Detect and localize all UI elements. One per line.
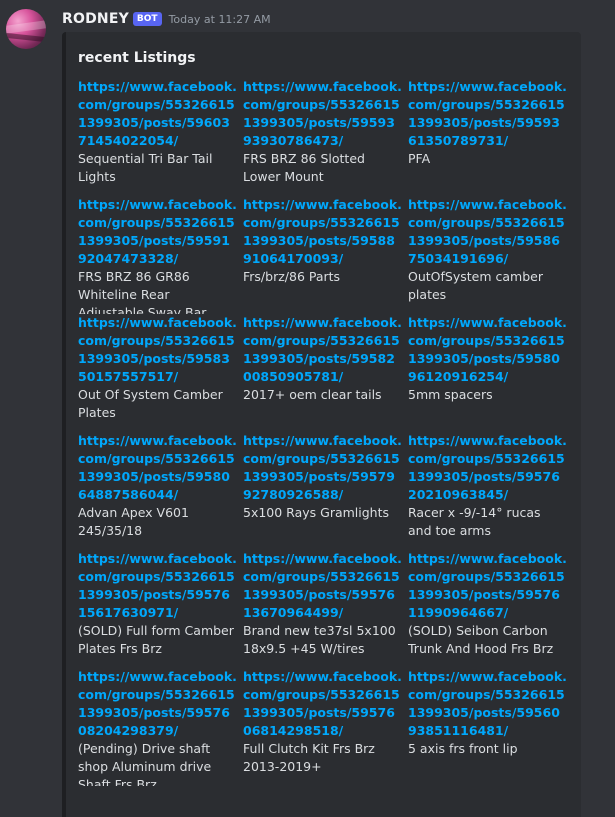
embed-field: https://www.facebook.com/groups/55326615…	[78, 550, 243, 668]
listing-title: Full Clutch Kit Frs Brz 2013-2019+	[243, 741, 375, 774]
listing-title: FRS BRZ 86 GR86 Whiteline Rear Adjustabl…	[78, 269, 207, 314]
listing-link[interactable]: https://www.facebook.com/groups/55326615…	[78, 78, 237, 150]
listing-title: (SOLD) Seibon Carbon Trunk And Hood Frs …	[408, 623, 554, 656]
embed-field: https://www.facebook.com/groups/55326615…	[408, 550, 573, 668]
listing-title: 2017+ oem clear tails	[243, 387, 382, 402]
embed-field: https://www.facebook.com/groups/55326615…	[243, 432, 408, 550]
listing-title: Brand new te37sl 5x100 18x9.5 +45 W/tire…	[243, 623, 396, 656]
user-avatar[interactable]	[6, 9, 46, 49]
listing-link[interactable]: https://www.facebook.com/groups/55326615…	[408, 550, 567, 622]
embed-field: https://www.facebook.com/groups/55326615…	[243, 78, 408, 196]
bot-badge: BOT	[132, 12, 162, 26]
listing-link[interactable]: https://www.facebook.com/groups/55326615…	[243, 196, 402, 268]
embed-field: https://www.facebook.com/groups/55326615…	[408, 314, 573, 432]
listing-link[interactable]: https://www.facebook.com/groups/55326615…	[243, 314, 402, 386]
listing-title: OutOfSystem camber plates	[408, 269, 543, 302]
message-timestamp[interactable]: Today at 11:27 AM	[169, 13, 271, 26]
listing-title: (SOLD) Full form Camber Plates Frs Brz	[78, 623, 234, 656]
listing-link[interactable]: https://www.facebook.com/groups/55326615…	[243, 78, 402, 150]
listing-link[interactable]: https://www.facebook.com/groups/55326615…	[243, 432, 402, 504]
embed-field: https://www.facebook.com/groups/55326615…	[78, 78, 243, 196]
listing-title: 5 axis frs front lip	[408, 741, 518, 756]
username[interactable]: RODNEY	[62, 11, 129, 27]
embed-fields-grid: https://www.facebook.com/groups/55326615…	[78, 78, 573, 786]
listing-title: FRS BRZ 86 Slotted Lower Mount	[243, 151, 365, 184]
listing-link[interactable]: https://www.facebook.com/groups/55326615…	[78, 196, 237, 268]
embed-field: https://www.facebook.com/groups/55326615…	[78, 314, 243, 432]
embed-field: https://www.facebook.com/groups/55326615…	[408, 668, 573, 786]
embed-field: https://www.facebook.com/groups/55326615…	[243, 196, 408, 314]
listing-title: Frs/brz/86 Parts	[243, 269, 341, 284]
listing-title: Out Of System Camber Plates	[78, 387, 223, 420]
embed-title: recent Listings	[78, 50, 196, 66]
listing-title: Racer x -9/-14° rucas and toe arms	[408, 505, 541, 538]
embed-field: https://www.facebook.com/groups/55326615…	[243, 550, 408, 668]
listing-title: PFA	[408, 151, 431, 166]
embed-field: https://www.facebook.com/groups/55326615…	[78, 432, 243, 550]
message-header: RODNEY BOT Today at 11:27 AM	[62, 9, 271, 29]
listing-title: (Pending) Drive shaft shop Aluminum driv…	[78, 741, 212, 786]
embed-field: https://www.facebook.com/groups/55326615…	[408, 432, 573, 550]
listing-link[interactable]: https://www.facebook.com/groups/55326615…	[408, 432, 567, 504]
listing-link[interactable]: https://www.facebook.com/groups/55326615…	[78, 668, 237, 740]
embed-field: https://www.facebook.com/groups/55326615…	[243, 668, 408, 786]
listing-link[interactable]: https://www.facebook.com/groups/55326615…	[78, 432, 237, 504]
listing-title: Sequential Tri Bar Tail Lights	[78, 151, 213, 184]
listing-link[interactable]: https://www.facebook.com/groups/55326615…	[243, 668, 402, 740]
listing-link[interactable]: https://www.facebook.com/groups/55326615…	[78, 314, 237, 386]
embed-field: https://www.facebook.com/groups/55326615…	[408, 78, 573, 196]
embed-field: https://www.facebook.com/groups/55326615…	[78, 196, 243, 314]
embed-field: https://www.facebook.com/groups/55326615…	[408, 196, 573, 314]
listing-link[interactable]: https://www.facebook.com/groups/55326615…	[78, 550, 237, 622]
listing-title: Advan Apex V601 245/35/18	[78, 505, 189, 538]
listings-embed: recent Listings https://www.facebook.com…	[62, 32, 581, 817]
listing-link[interactable]: https://www.facebook.com/groups/55326615…	[243, 550, 402, 622]
listing-link[interactable]: https://www.facebook.com/groups/55326615…	[408, 78, 567, 150]
listing-title: 5x100 Rays Gramlights	[243, 505, 390, 520]
listing-link[interactable]: https://www.facebook.com/groups/55326615…	[408, 196, 567, 268]
listing-title: 5mm spacers	[408, 387, 493, 402]
listing-link[interactable]: https://www.facebook.com/groups/55326615…	[408, 668, 567, 740]
listing-link[interactable]: https://www.facebook.com/groups/55326615…	[408, 314, 567, 386]
embed-field: https://www.facebook.com/groups/55326615…	[243, 314, 408, 432]
embed-field: https://www.facebook.com/groups/55326615…	[78, 668, 243, 786]
chat-message: RODNEY BOT Today at 11:27 AM recent List…	[0, 0, 615, 817]
